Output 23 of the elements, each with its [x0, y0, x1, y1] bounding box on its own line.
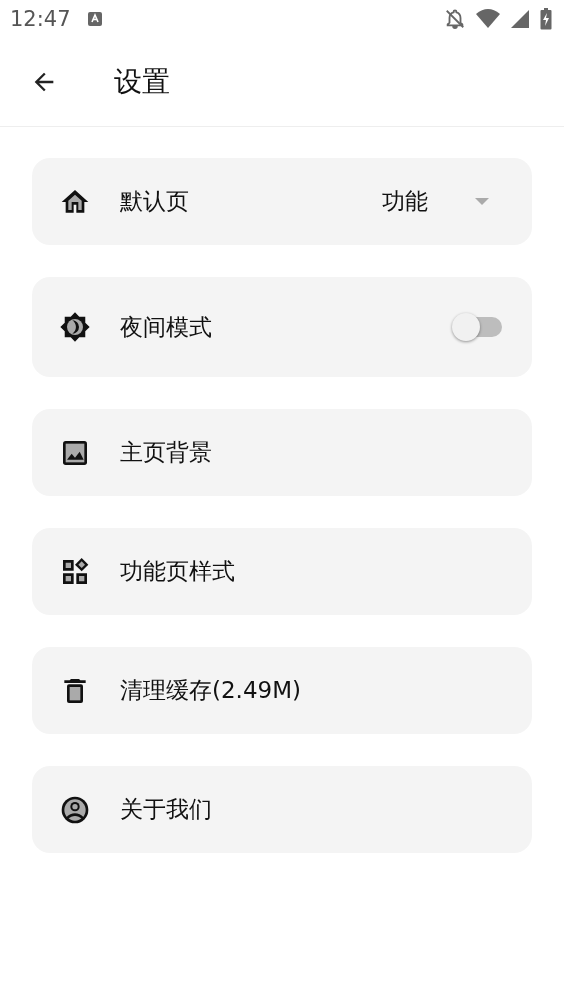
settings-label: 功能页样式	[120, 557, 236, 586]
settings-item[interactable]: 功能页样式	[32, 528, 532, 615]
bell-off-icon	[444, 8, 466, 30]
settings-label: 夜间模式	[120, 312, 213, 342]
settings-label: 清理缓存(2.49M)	[120, 676, 302, 705]
toggle-switch[interactable]	[452, 313, 502, 341]
brightness-icon	[59, 311, 91, 343]
settings-label: 关于我们	[120, 795, 213, 824]
signal-icon	[510, 9, 530, 29]
settings-label: 默认页	[120, 187, 190, 216]
battery-charging-icon	[540, 8, 552, 30]
dropdown-value[interactable]: 功能	[382, 186, 428, 217]
wifi-icon	[476, 9, 500, 29]
settings-item[interactable]: 关于我们	[32, 766, 532, 853]
settings-item[interactable]: 清理缓存(2.49M)	[32, 647, 532, 734]
settings-item[interactable]: 主页背景	[32, 409, 532, 496]
settings-item[interactable]: 夜间模式	[32, 277, 532, 377]
status-time: 12:47	[10, 7, 71, 31]
dropdown-caret-icon[interactable]	[474, 197, 490, 206]
keyboard-a-icon	[86, 11, 103, 27]
settings-label: 主页背景	[120, 438, 213, 467]
settings-item[interactable]: 默认页 功能	[32, 158, 532, 245]
page-title: 设置	[114, 64, 170, 100]
